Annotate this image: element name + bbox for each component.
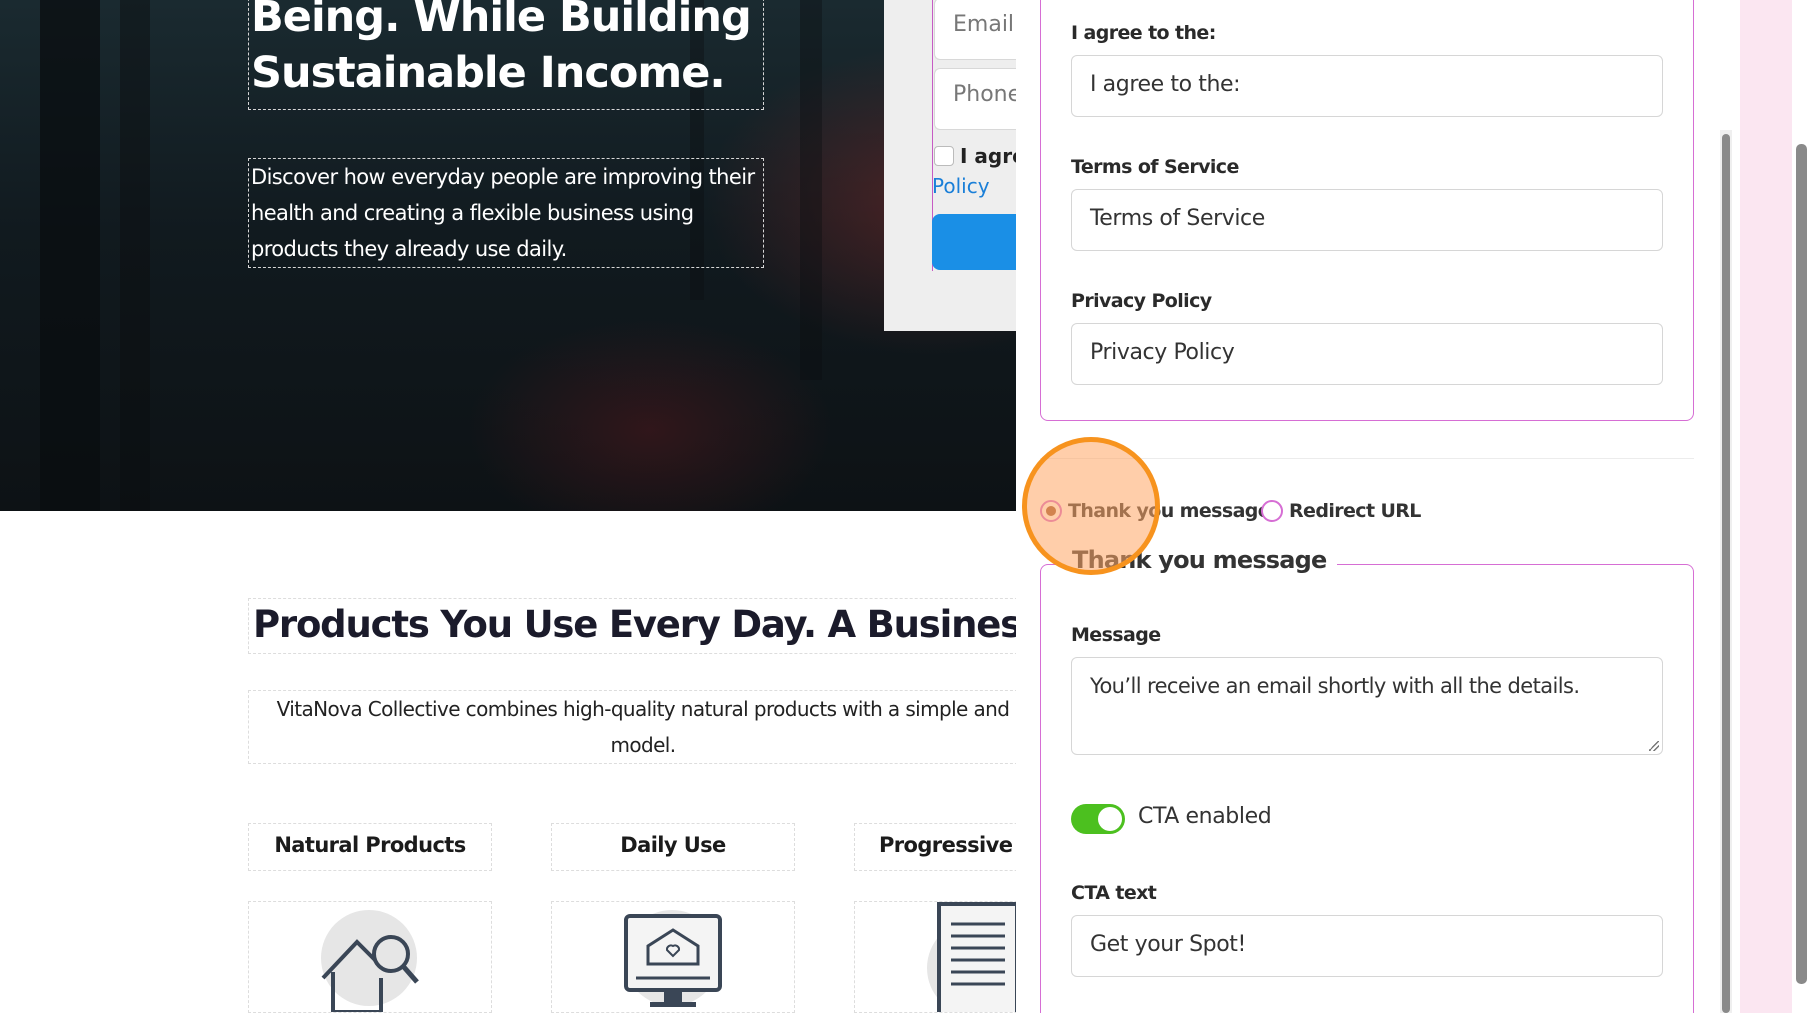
page-scrollbar-thumb[interactable] bbox=[1796, 144, 1807, 984]
feature-icon-box bbox=[248, 901, 492, 1013]
terms-field-input[interactable]: Terms of Service bbox=[1071, 189, 1663, 251]
message-label: Message bbox=[1071, 624, 1161, 646]
policy-link[interactable]: Policy bbox=[932, 174, 990, 198]
house-search-icon bbox=[321, 910, 419, 1012]
message-text: You’ll receive an email shortly with all… bbox=[1090, 674, 1580, 698]
resize-handle-icon[interactable] bbox=[1649, 741, 1659, 751]
click-highlight bbox=[1022, 437, 1160, 575]
landing-page: Being. While Building a Sustainable Inco… bbox=[0, 0, 1016, 1013]
section-title: Products You Use Every Day. A Business T… bbox=[248, 598, 1016, 654]
hero-headline-line2: Sustainable Income. bbox=[251, 48, 726, 98]
agree-field-label: I agree to the: bbox=[1071, 22, 1216, 44]
document-icon bbox=[927, 902, 1016, 1012]
radio-redirect-url[interactable]: Redirect URL bbox=[1261, 496, 1421, 526]
cta-toggle[interactable] bbox=[1071, 804, 1125, 834]
cta-text-label: CTA text bbox=[1071, 882, 1157, 904]
hero-headline-line1: Being. While Building a bbox=[251, 0, 764, 42]
hero-section: Being. While Building a Sustainable Inco… bbox=[0, 0, 1016, 511]
page-edge-strip bbox=[1740, 0, 1792, 1013]
feature-label-natural-products: Natural Products bbox=[248, 823, 492, 871]
feature-label-daily-use: Daily Use bbox=[551, 823, 795, 871]
phone-input[interactable]: Phone bbox=[934, 68, 1016, 130]
email-input[interactable]: Email bbox=[934, 0, 1016, 60]
section-description-line1: VitaNova Collective combines high-qualit… bbox=[276, 697, 1010, 721]
panel-scrollbar-thumb[interactable] bbox=[1722, 134, 1730, 1013]
section-description-line2: model. bbox=[610, 733, 676, 757]
privacy-field-input[interactable]: Privacy Policy bbox=[1071, 323, 1663, 385]
feature-icon-box bbox=[551, 901, 795, 1013]
terms-field-label: Terms of Service bbox=[1071, 156, 1239, 178]
section-description: VitaNova Collective combines high-qualit… bbox=[248, 690, 1016, 764]
message-textarea[interactable]: You’ll receive an email shortly with all… bbox=[1071, 657, 1663, 755]
submit-button[interactable] bbox=[932, 214, 1016, 270]
privacy-field-label: Privacy Policy bbox=[1071, 290, 1212, 312]
agree-label: I agree bbox=[960, 144, 1016, 168]
cta-text-input[interactable]: Get your Spot! bbox=[1071, 915, 1663, 977]
agree-field-input[interactable]: I agree to the: bbox=[1071, 55, 1663, 117]
cta-toggle-label: CTA enabled bbox=[1138, 804, 1272, 829]
feature-icon-box bbox=[854, 901, 1016, 1013]
toggle-knob bbox=[1098, 807, 1122, 831]
agree-checkbox[interactable] bbox=[934, 146, 954, 166]
feature-label-progressive: Progressive In bbox=[854, 823, 1016, 871]
hero-subtext: Discover how everyday people are improvi… bbox=[248, 158, 764, 268]
radio-redirect-url-indicator[interactable] bbox=[1261, 500, 1283, 522]
radio-redirect-url-label: Redirect URL bbox=[1289, 500, 1421, 522]
hero-headline: Being. While Building a Sustainable Inco… bbox=[248, 0, 764, 110]
monitor-home-icon bbox=[624, 910, 722, 1007]
